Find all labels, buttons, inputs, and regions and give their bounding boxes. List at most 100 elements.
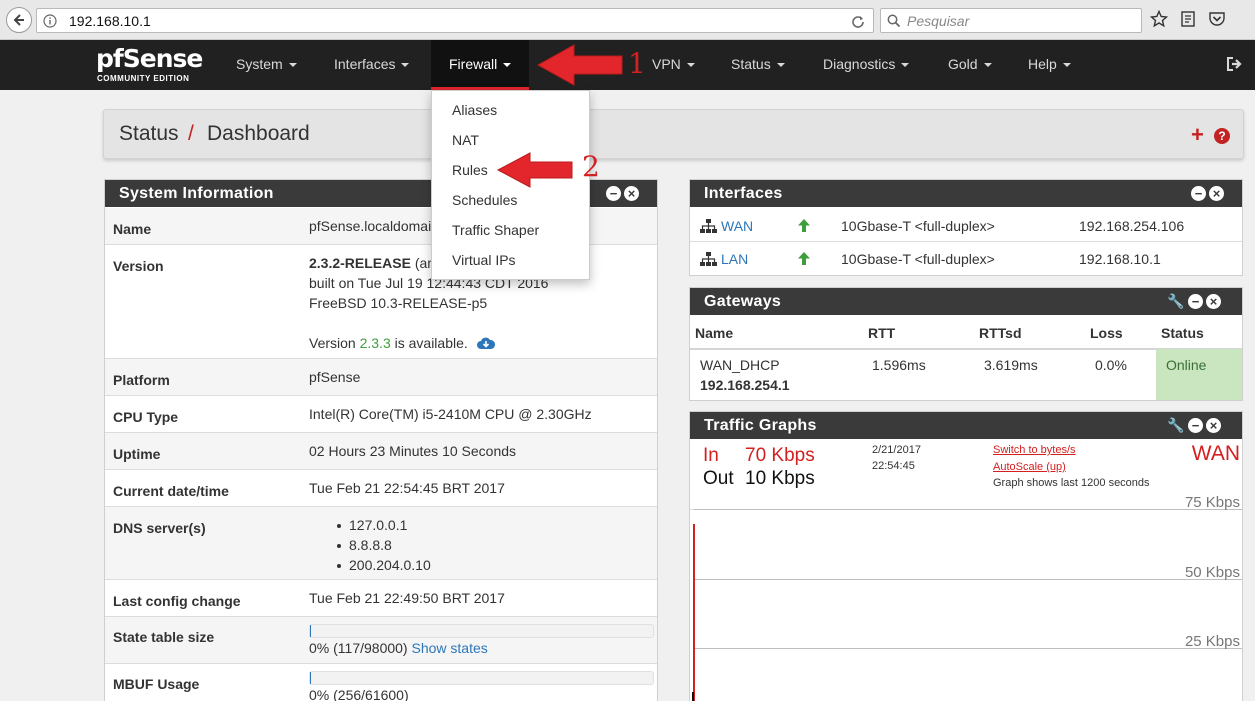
interface-name-link[interactable]: LAN <box>721 251 748 267</box>
close-icon[interactable]: × <box>1206 294 1221 309</box>
table-row: Current date/time Tue Feb 21 22:54:45 BR… <box>105 470 657 507</box>
menu-item-schedules[interactable]: Schedules <box>452 192 517 208</box>
table-row: Uptime 02 Hours 23 Minutes 10 Seconds <box>105 433 657 470</box>
in-value: 70 Kbps <box>745 445 815 466</box>
nav-vpn[interactable]: VPN <box>652 40 695 90</box>
brand-name: pfSense <box>96 44 203 73</box>
help-icon[interactable]: ? <box>1214 128 1230 144</box>
info-icon[interactable] <box>43 14 57 28</box>
panel-controls: 🔧 − × <box>1167 294 1221 309</box>
row-value: 02 Hours 23 Minutes 10 Seconds <box>309 443 517 459</box>
reading-list-icon[interactable] <box>1179 10 1197 28</box>
autoscale-link[interactable]: AutoScale (up) <box>993 461 1066 473</box>
menu-item-aliases[interactable]: Aliases <box>452 102 497 118</box>
row-label: Version <box>113 258 164 274</box>
menu-item-rules[interactable]: Rules <box>452 162 488 178</box>
column-header: Status <box>1161 325 1204 341</box>
graph-note: Graph shows last 1200 seconds <box>993 477 1150 489</box>
cloud-download-icon[interactable] <box>476 336 496 351</box>
update-suffix: is available. <box>390 335 468 351</box>
in-label: In <box>703 445 719 466</box>
url-bar[interactable]: 192.168.10.1 <box>36 8 874 33</box>
graph-interface: WAN <box>1191 442 1240 465</box>
search-input[interactable]: Pesquisar <box>880 8 1142 33</box>
minimize-icon[interactable]: − <box>1188 294 1203 309</box>
dns-server: 8.8.8.8 <box>349 537 392 553</box>
axis-tick-label: 75 Kbps <box>1184 494 1240 511</box>
nav-diagnostics[interactable]: Diagnostics <box>823 40 910 90</box>
back-button[interactable] <box>6 7 32 33</box>
switch-bytes-link[interactable]: Switch to bytes/s <box>993 444 1076 456</box>
wrench-icon[interactable]: 🔧 <box>1167 294 1185 309</box>
panel-controls: − × <box>1191 186 1224 201</box>
gateway-rtt: 1.596ms <box>872 357 926 373</box>
row-label: Uptime <box>113 446 161 462</box>
caret-down-icon <box>901 63 910 68</box>
grid-line <box>694 509 1242 510</box>
caret-down-icon <box>983 63 992 68</box>
nav-system[interactable]: System <box>236 40 297 90</box>
caret-down-icon <box>288 63 297 68</box>
close-icon[interactable]: × <box>1206 418 1221 433</box>
pfsense-logo[interactable]: pfSense COMMUNITY EDITION <box>96 44 206 85</box>
minimize-icon[interactable]: − <box>1188 418 1203 433</box>
minimize-icon[interactable]: − <box>1191 186 1206 201</box>
close-icon[interactable]: × <box>624 186 639 201</box>
status-up-arrow-icon <box>798 252 810 265</box>
breadcrumb-section[interactable]: Status <box>119 122 179 146</box>
nav-interfaces[interactable]: Interfaces <box>334 40 410 90</box>
nav-help[interactable]: Help <box>1028 40 1071 90</box>
reload-icon[interactable] <box>851 14 865 28</box>
panel-title: Gateways <box>690 288 1242 315</box>
panel-title-text: System Information <box>119 185 274 202</box>
show-states-link[interactable]: Show states <box>411 640 487 656</box>
add-widget-icon[interactable]: + <box>1191 124 1204 146</box>
nav-firewall[interactable]: Firewall <box>431 40 530 90</box>
pocket-icon[interactable] <box>1208 10 1226 28</box>
nav-status[interactable]: Status <box>731 40 785 90</box>
menu-item-virtual-ips[interactable]: Virtual IPs <box>452 252 516 268</box>
interface-name-link[interactable]: WAN <box>721 218 753 234</box>
row-label: CPU Type <box>113 409 179 425</box>
traffic-out-line <box>692 692 694 701</box>
menu-item-nat[interactable]: NAT <box>452 132 479 148</box>
breadcrumb-separator: / <box>188 122 194 145</box>
panel-title-text: Traffic Graphs <box>704 417 817 434</box>
status-cell: Online <box>1156 349 1242 400</box>
panel-title-text: Interfaces <box>704 185 783 202</box>
traffic-graphs-panel: Traffic Graphs 🔧 − × In 70 Kbps Out 10 K… <box>689 411 1243 701</box>
axis-tick-label: 25 Kbps <box>1184 633 1240 650</box>
nav-label: System <box>236 56 283 72</box>
wrench-icon[interactable]: 🔧 <box>1167 418 1185 433</box>
table-row: State table size 0% (117/98000) Show sta… <box>105 617 657 664</box>
minimize-icon[interactable]: − <box>606 186 621 201</box>
column-header: RTTsd <box>979 325 1022 341</box>
close-icon[interactable]: × <box>1209 186 1224 201</box>
nav-label: Gold <box>948 56 978 72</box>
gateways-panel: Gateways 🔧 − × Name RTT RTTsd Loss Statu… <box>689 287 1243 401</box>
dns-server: 200.204.0.10 <box>349 557 431 573</box>
panel-controls: 🔧 − × <box>1167 418 1221 433</box>
page-title: Dashboard <box>207 122 310 145</box>
nav-label: VPN <box>652 56 681 72</box>
url-text[interactable]: 192.168.10.1 <box>69 13 151 29</box>
nav-label: Diagnostics <box>823 56 896 72</box>
row-label: MBUF Usage <box>113 676 200 692</box>
row-label: State table size <box>113 629 215 645</box>
nav-gold[interactable]: Gold <box>948 40 992 90</box>
logout-icon[interactable] <box>1226 56 1244 72</box>
bullet <box>337 544 341 548</box>
caret-down-icon <box>1062 63 1071 68</box>
caret-down-icon <box>503 63 512 68</box>
axis-tick-label: 50 Kbps <box>1184 564 1240 581</box>
bullet <box>337 524 341 528</box>
gateway-loss: 0.0% <box>1095 357 1127 373</box>
interface-ip: 192.168.10.1 <box>1079 251 1161 267</box>
interface-media: 10Gbase-T <full-duplex> <box>841 218 995 234</box>
state-table-progress <box>309 624 654 638</box>
interface-row: WAN 10Gbase-T <full-duplex> 192.168.254.… <box>690 209 1242 242</box>
panel-title: Interfaces <box>690 180 1242 207</box>
state-table-text: 0% (117/98000) <box>309 640 408 656</box>
bookmark-star-icon[interactable] <box>1150 10 1168 28</box>
menu-item-traffic-shaper[interactable]: Traffic Shaper <box>452 222 539 238</box>
